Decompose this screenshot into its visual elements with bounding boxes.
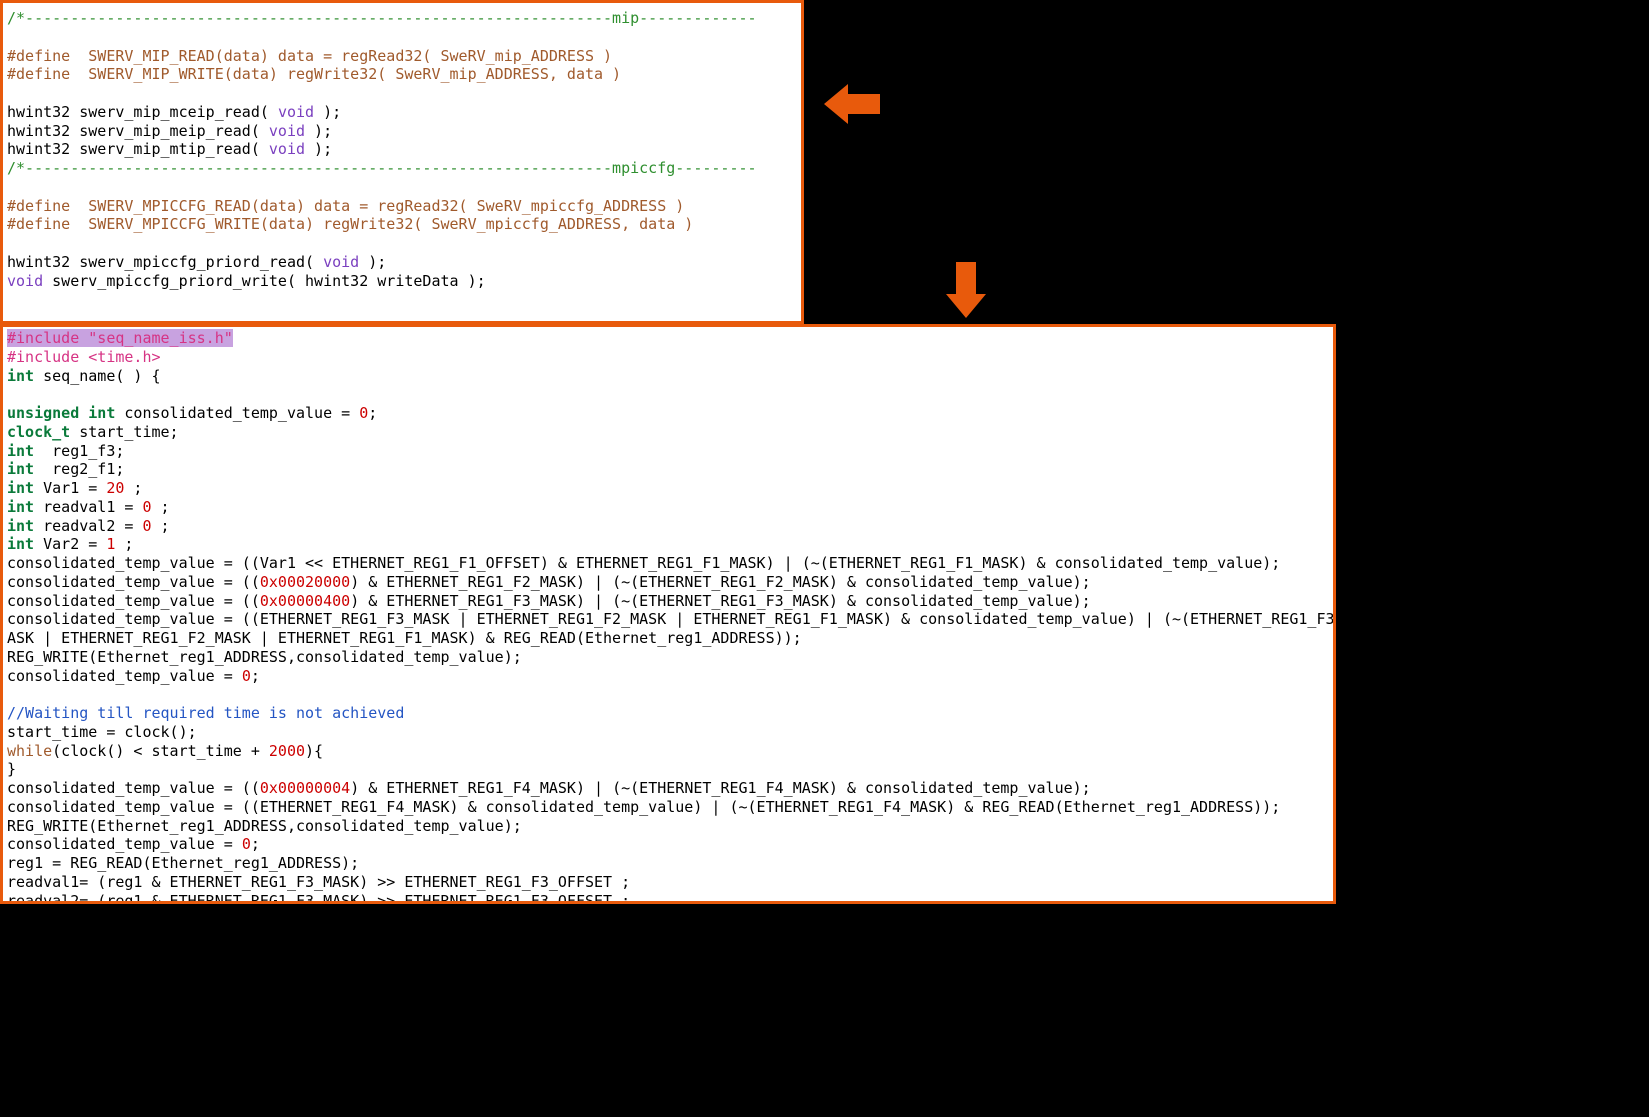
arrow-annotations <box>804 0 1649 324</box>
stmt-c2: consolidated_temp_value = ((0x00020000) … <box>7 573 1091 591</box>
fn-priord-read: hwint32 swerv_mpiccfg_priord_read( void … <box>7 253 386 271</box>
stmt-c5: consolidated_temp_value = ((0x00000004) … <box>7 779 1091 797</box>
arrow-down-icon <box>942 262 990 318</box>
stmt-reset2: consolidated_temp_value = 0; <box>7 835 260 853</box>
decl-reg1-f3: int reg1_f3; <box>7 442 124 460</box>
fn-priord-write: void swerv_mpiccfg_priord_write( hwint32… <box>7 272 486 290</box>
decl-consolidated: unsigned int consolidated_temp_value = 0… <box>7 404 377 422</box>
arrow-left-icon <box>824 80 880 128</box>
stmt-brace: } <box>7 760 16 778</box>
define-mpiccfg-write: #define SWERV_MPICCFG_WRITE(data) regWri… <box>7 215 693 233</box>
fn-seq-name-decl: int seq_name( ) { <box>7 367 161 385</box>
divider-mip: /*--------------------------------------… <box>7 9 757 27</box>
stmt-c6: consolidated_temp_value = ((ETHERNET_REG… <box>7 798 1280 816</box>
decl-var2: int Var2 = 1 ; <box>7 535 133 553</box>
stmt-c4a: consolidated_temp_value = ((ETHERNET_REG… <box>7 610 1336 628</box>
stmt-reset1: consolidated_temp_value = 0; <box>7 667 260 685</box>
fn-mtip-read: hwint32 swerv_mip_mtip_read( void ); <box>7 140 332 158</box>
stmt-c4b: ASK | ETHERNET_REG1_F2_MASK | ETHERNET_R… <box>7 629 802 647</box>
define-mip-write: #define SWERV_MIP_WRITE(data) regWrite32… <box>7 65 621 83</box>
stmt-regwrite2: REG_WRITE(Ethernet_reg1_ADDRESS,consolid… <box>7 817 522 835</box>
stmt-c3: consolidated_temp_value = ((0x00000400) … <box>7 592 1091 610</box>
code-block-sequence: #include "seq_name_iss.h" #include <time… <box>0 324 1336 904</box>
fn-meip-read: hwint32 swerv_mip_meip_read( void ); <box>7 122 332 140</box>
stmt-readval1: readval1= (reg1 & ETHERNET_REG1_F3_MASK)… <box>7 873 630 891</box>
stmt-regread: reg1 = REG_READ(Ethernet_reg1_ADDRESS); <box>7 854 359 872</box>
define-mpiccfg-read: #define SWERV_MPICCFG_READ(data) data = … <box>7 197 684 215</box>
decl-readval1: int readval1 = 0 ; <box>7 498 170 516</box>
divider-mpiccfg: /*--------------------------------------… <box>7 159 757 177</box>
decl-start-time: clock_t start_time; <box>7 423 179 441</box>
stmt-c1: consolidated_temp_value = ((Var1 << ETHE… <box>7 554 1280 572</box>
stmt-readval2: readval2= (reg1 & ETHERNET_REG1_F3_MASK)… <box>7 892 630 905</box>
decl-reg2-f1: int reg2_f1; <box>7 460 124 478</box>
decl-readval2: int readval2 = 0 ; <box>7 517 170 535</box>
stmt-start-time: start_time = clock(); <box>7 723 197 741</box>
comment-wait: //Waiting till required time is not achi… <box>7 704 404 722</box>
include-seq-name: #include "seq_name_iss.h" <box>7 329 233 347</box>
stmt-regwrite1: REG_WRITE(Ethernet_reg1_ADDRESS,consolid… <box>7 648 522 666</box>
define-mip-read: #define SWERV_MIP_READ(data) data = regR… <box>7 47 612 65</box>
stmt-while: while(clock() < start_time + 2000){ <box>7 742 323 760</box>
decl-var1: int Var1 = 20 ; <box>7 479 142 497</box>
code-block-header: /*--------------------------------------… <box>0 0 804 324</box>
include-time: #include <time.h> <box>7 348 161 366</box>
fn-mceip-read: hwint32 swerv_mip_mceip_read( void ); <box>7 103 341 121</box>
